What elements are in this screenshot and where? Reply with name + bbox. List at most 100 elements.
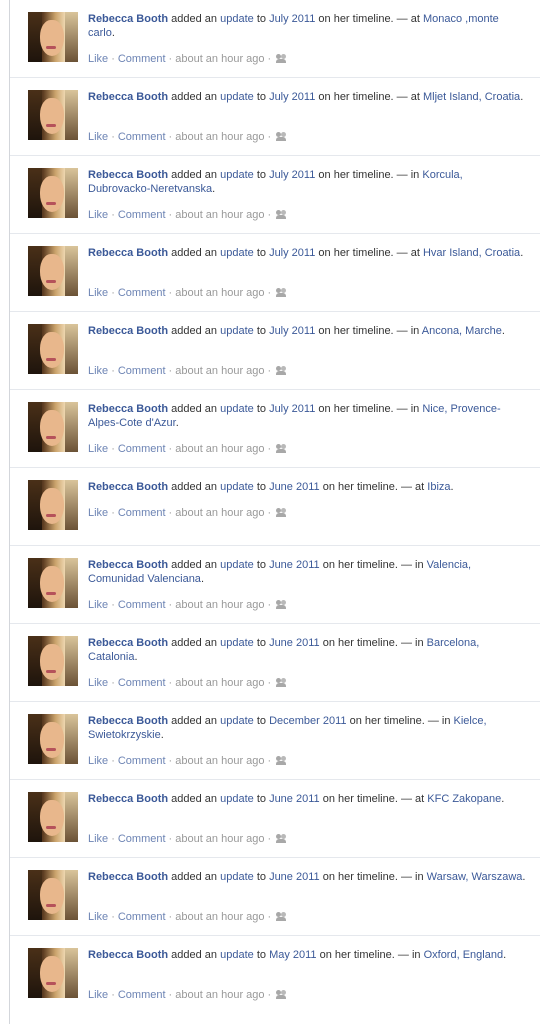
author-name-link[interactable]: Rebecca Booth xyxy=(88,169,168,181)
update-link[interactable]: update xyxy=(220,793,254,805)
timeline-date-link[interactable]: June 2011 xyxy=(269,481,320,493)
timestamp-link[interactable]: about an hour ago xyxy=(175,443,264,455)
timestamp-link[interactable]: about an hour ago xyxy=(175,755,264,767)
author-name-link[interactable]: Rebecca Booth xyxy=(88,949,168,961)
like-link[interactable]: Like xyxy=(88,677,108,689)
update-link[interactable]: update xyxy=(220,247,254,259)
profile-picture-avatar[interactable] xyxy=(28,870,78,920)
like-link[interactable]: Like xyxy=(88,989,108,1001)
friends-icon[interactable] xyxy=(276,677,287,687)
timeline-date-link[interactable]: June 2011 xyxy=(269,871,320,883)
friends-icon[interactable] xyxy=(276,755,287,765)
timestamp-link[interactable]: about an hour ago xyxy=(175,599,264,611)
timestamp-link[interactable]: about an hour ago xyxy=(175,53,264,65)
timestamp-link[interactable]: about an hour ago xyxy=(175,677,264,689)
update-link[interactable]: update xyxy=(220,949,254,961)
place-link[interactable]: Oxford, England xyxy=(424,949,504,961)
update-link[interactable]: update xyxy=(220,325,254,337)
like-link[interactable]: Like xyxy=(88,209,108,221)
timeline-date-link[interactable]: July 2011 xyxy=(269,13,315,25)
timeline-date-link[interactable]: May 2011 xyxy=(269,949,317,961)
friends-icon[interactable] xyxy=(276,365,287,375)
update-link[interactable]: update xyxy=(220,91,254,103)
timeline-date-link[interactable]: July 2011 xyxy=(269,247,315,259)
profile-picture-avatar[interactable] xyxy=(28,12,78,62)
like-link[interactable]: Like xyxy=(88,287,108,299)
profile-picture-avatar[interactable] xyxy=(28,402,78,452)
update-link[interactable]: update xyxy=(220,169,254,181)
profile-picture-avatar[interactable] xyxy=(28,324,78,374)
like-link[interactable]: Like xyxy=(88,131,108,143)
like-link[interactable]: Like xyxy=(88,755,108,767)
friends-icon[interactable] xyxy=(276,989,287,999)
profile-picture-avatar[interactable] xyxy=(28,714,78,764)
update-link[interactable]: update xyxy=(220,481,254,493)
update-link[interactable]: update xyxy=(220,403,254,415)
timeline-date-link[interactable]: July 2011 xyxy=(269,325,315,337)
timestamp-link[interactable]: about an hour ago xyxy=(175,209,264,221)
timestamp-link[interactable]: about an hour ago xyxy=(175,365,264,377)
timestamp-link[interactable]: about an hour ago xyxy=(175,911,264,923)
author-name-link[interactable]: Rebecca Booth xyxy=(88,325,168,337)
author-name-link[interactable]: Rebecca Booth xyxy=(88,871,168,883)
update-link[interactable]: update xyxy=(220,637,254,649)
profile-picture-avatar[interactable] xyxy=(28,948,78,998)
timeline-date-link[interactable]: December 2011 xyxy=(269,715,346,727)
author-name-link[interactable]: Rebecca Booth xyxy=(88,247,168,259)
place-link[interactable]: Hvar Island, Croatia xyxy=(423,247,520,259)
like-link[interactable]: Like xyxy=(88,911,108,923)
like-link[interactable]: Like xyxy=(88,53,108,65)
author-name-link[interactable]: Rebecca Booth xyxy=(88,559,168,571)
author-name-link[interactable]: Rebecca Booth xyxy=(88,91,168,103)
profile-picture-avatar[interactable] xyxy=(28,792,78,842)
like-link[interactable]: Like xyxy=(88,443,108,455)
author-name-link[interactable]: Rebecca Booth xyxy=(88,403,168,415)
friends-icon[interactable] xyxy=(276,131,287,141)
author-name-link[interactable]: Rebecca Booth xyxy=(88,13,168,25)
comment-link[interactable]: Comment xyxy=(118,507,166,519)
profile-picture-avatar[interactable] xyxy=(28,168,78,218)
author-name-link[interactable]: Rebecca Booth xyxy=(88,715,168,727)
timeline-date-link[interactable]: July 2011 xyxy=(269,91,315,103)
update-link[interactable]: update xyxy=(220,871,254,883)
timestamp-link[interactable]: about an hour ago xyxy=(175,507,264,519)
update-link[interactable]: update xyxy=(220,715,254,727)
friends-icon[interactable] xyxy=(276,599,287,609)
timeline-date-link[interactable]: July 2011 xyxy=(269,169,315,181)
place-link[interactable]: Mljet Island, Croatia xyxy=(423,91,520,103)
author-name-link[interactable]: Rebecca Booth xyxy=(88,793,168,805)
place-link[interactable]: KFC Zakopane xyxy=(427,793,501,805)
friends-icon[interactable] xyxy=(276,507,287,517)
comment-link[interactable]: Comment xyxy=(118,989,166,1001)
update-link[interactable]: update xyxy=(220,13,254,25)
update-link[interactable]: update xyxy=(220,559,254,571)
author-name-link[interactable]: Rebecca Booth xyxy=(88,481,168,493)
friends-icon[interactable] xyxy=(276,443,287,453)
comment-link[interactable]: Comment xyxy=(118,53,166,65)
like-link[interactable]: Like xyxy=(88,599,108,611)
timestamp-link[interactable]: about an hour ago xyxy=(175,989,264,1001)
timestamp-link[interactable]: about an hour ago xyxy=(175,833,264,845)
like-link[interactable]: Like xyxy=(88,365,108,377)
comment-link[interactable]: Comment xyxy=(118,443,166,455)
timeline-date-link[interactable]: June 2011 xyxy=(269,559,320,571)
profile-picture-avatar[interactable] xyxy=(28,558,78,608)
friends-icon[interactable] xyxy=(276,53,287,63)
author-name-link[interactable]: Rebecca Booth xyxy=(88,637,168,649)
comment-link[interactable]: Comment xyxy=(118,599,166,611)
comment-link[interactable]: Comment xyxy=(118,911,166,923)
comment-link[interactable]: Comment xyxy=(118,833,166,845)
comment-link[interactable]: Comment xyxy=(118,365,166,377)
timestamp-link[interactable]: about an hour ago xyxy=(175,287,264,299)
profile-picture-avatar[interactable] xyxy=(28,636,78,686)
comment-link[interactable]: Comment xyxy=(118,209,166,221)
friends-icon[interactable] xyxy=(276,911,287,921)
timeline-date-link[interactable]: July 2011 xyxy=(269,403,315,415)
profile-picture-avatar[interactable] xyxy=(28,90,78,140)
comment-link[interactable]: Comment xyxy=(118,287,166,299)
timeline-date-link[interactable]: June 2011 xyxy=(269,637,320,649)
like-link[interactable]: Like xyxy=(88,833,108,845)
profile-picture-avatar[interactable] xyxy=(28,246,78,296)
comment-link[interactable]: Comment xyxy=(118,755,166,767)
timeline-date-link[interactable]: June 2011 xyxy=(269,793,320,805)
